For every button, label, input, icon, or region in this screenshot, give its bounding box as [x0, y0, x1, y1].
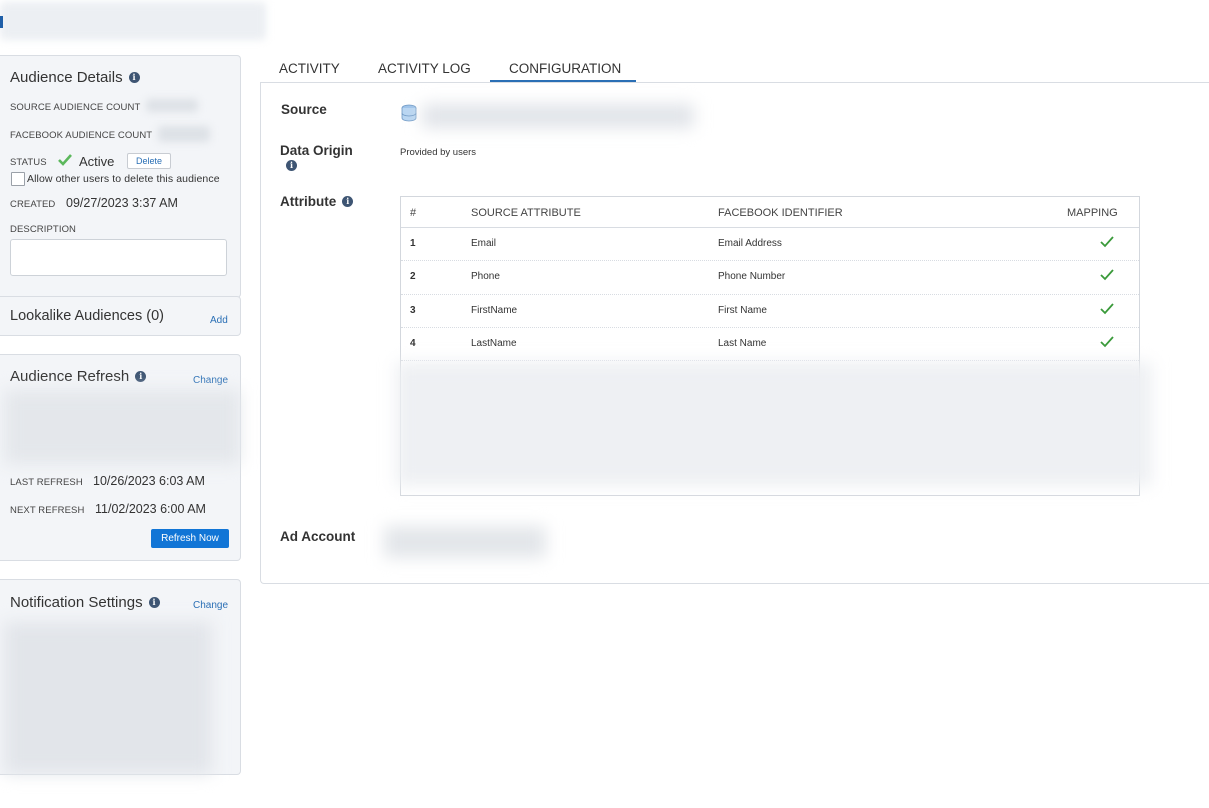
col-header-number: #	[410, 207, 417, 219]
created-label: CREATED	[10, 199, 56, 210]
last-refresh-label: LAST REFRESH	[10, 477, 83, 488]
additional-rows-redacted	[396, 362, 1152, 486]
next-refresh-value: 11/02/2023 6:00 AM	[95, 502, 206, 516]
source-attribute: FirstName	[471, 305, 518, 316]
description-field[interactable]	[10, 239, 227, 276]
mapped-check-icon	[1100, 236, 1114, 248]
created-value: 09/27/2023 3:37 AM	[66, 196, 178, 210]
add-lookalike-link[interactable]: Add	[210, 315, 228, 326]
data-origin-value: Provided by users	[400, 147, 477, 158]
description-label: DESCRIPTION	[10, 224, 77, 235]
tab-configuration[interactable]: CONFIGURATION	[509, 61, 621, 76]
refresh-now-button[interactable]: Refresh Now	[151, 529, 229, 548]
database-icon	[401, 104, 417, 122]
col-header-facebook-identifier: FACEBOOK IDENTIFIER	[718, 207, 843, 219]
table-row: 1 Email Email Address	[401, 227, 1139, 261]
notification-recipients-redacted	[4, 622, 212, 774]
status-label: STATUS	[10, 157, 47, 168]
ad-account-label: Ad Account	[280, 529, 356, 544]
facebook-count-value-redacted	[158, 126, 210, 142]
mapped-check-icon	[1100, 303, 1114, 315]
lookalike-title-text: Lookalike Audiences	[10, 308, 143, 324]
info-icon[interactable]: i	[128, 72, 140, 83]
lookalike-title: Lookalike Audiences (0)	[10, 308, 164, 324]
audience-details-title: Audience Details i	[10, 69, 140, 86]
data-origin-label: Data Origin	[280, 143, 353, 158]
tab-activity[interactable]: ACTIVITY	[279, 61, 340, 76]
info-icon[interactable]: i	[148, 597, 160, 608]
source-label: Source	[281, 102, 327, 117]
refresh-change-link[interactable]: Change	[193, 375, 228, 386]
source-attribute: Email	[471, 238, 497, 249]
source-count-label: SOURCE AUDIENCE COUNT	[10, 102, 141, 113]
mapped-check-icon	[1100, 336, 1114, 348]
row-number: 1	[410, 238, 416, 249]
notification-settings-title: Notification Settings i	[10, 594, 160, 611]
status-value: Active	[79, 154, 115, 169]
notification-change-link[interactable]: Change	[193, 600, 228, 611]
table-row: 3 FirstName First Name	[401, 294, 1139, 328]
source-count-value-redacted	[146, 99, 198, 112]
audience-refresh-title-text: Audience Refresh	[10, 368, 130, 385]
source-name-redacted	[422, 104, 694, 128]
attribute-label-text: Attribute	[280, 194, 337, 209]
attribute-label: Attribute i	[280, 194, 354, 209]
facebook-identifier: Email Address	[718, 238, 782, 249]
next-refresh-label: NEXT REFRESH	[10, 505, 85, 516]
lookalike-count: (0)	[146, 308, 164, 324]
facebook-identifier: Last Name	[718, 338, 767, 349]
row-number: 4	[410, 338, 416, 349]
allow-delete-checkbox[interactable]	[11, 172, 25, 186]
table-row: 2 Phone Phone Number	[401, 260, 1139, 294]
page-header-redacted	[0, 2, 266, 40]
row-number: 2	[410, 271, 416, 282]
header-accent-mark	[0, 16, 3, 28]
refresh-schedule-redacted	[4, 390, 240, 464]
audience-refresh-title: Audience Refresh i	[10, 368, 147, 385]
allow-delete-label: Allow other users to delete this audienc…	[27, 173, 220, 185]
col-header-source-attribute: SOURCE ATTRIBUTE	[471, 207, 581, 219]
source-attribute: LastName	[471, 338, 517, 349]
info-icon[interactable]: i	[286, 160, 297, 171]
info-icon[interactable]: i	[135, 371, 147, 382]
col-header-mapping: MAPPING	[1067, 207, 1118, 219]
notification-settings-title-text: Notification Settings	[10, 594, 143, 611]
facebook-count-label: FACEBOOK AUDIENCE COUNT	[10, 130, 153, 141]
tab-activity-log[interactable]: ACTIVITY LOG	[378, 61, 471, 76]
row-number: 3	[410, 305, 416, 316]
mapped-check-icon	[1100, 269, 1114, 281]
ad-account-redacted	[384, 526, 546, 558]
info-icon[interactable]: i	[342, 196, 354, 207]
last-refresh-value: 10/26/2023 6:03 AM	[93, 474, 205, 488]
status-check-icon	[58, 154, 72, 166]
source-attribute: Phone	[471, 271, 500, 282]
audience-details-title-text: Audience Details	[10, 69, 123, 86]
table-row: 4 LastName Last Name	[401, 327, 1139, 361]
facebook-identifier: Phone Number	[718, 271, 786, 282]
delete-button[interactable]: Delete	[127, 153, 171, 169]
facebook-identifier: First Name	[718, 305, 767, 316]
